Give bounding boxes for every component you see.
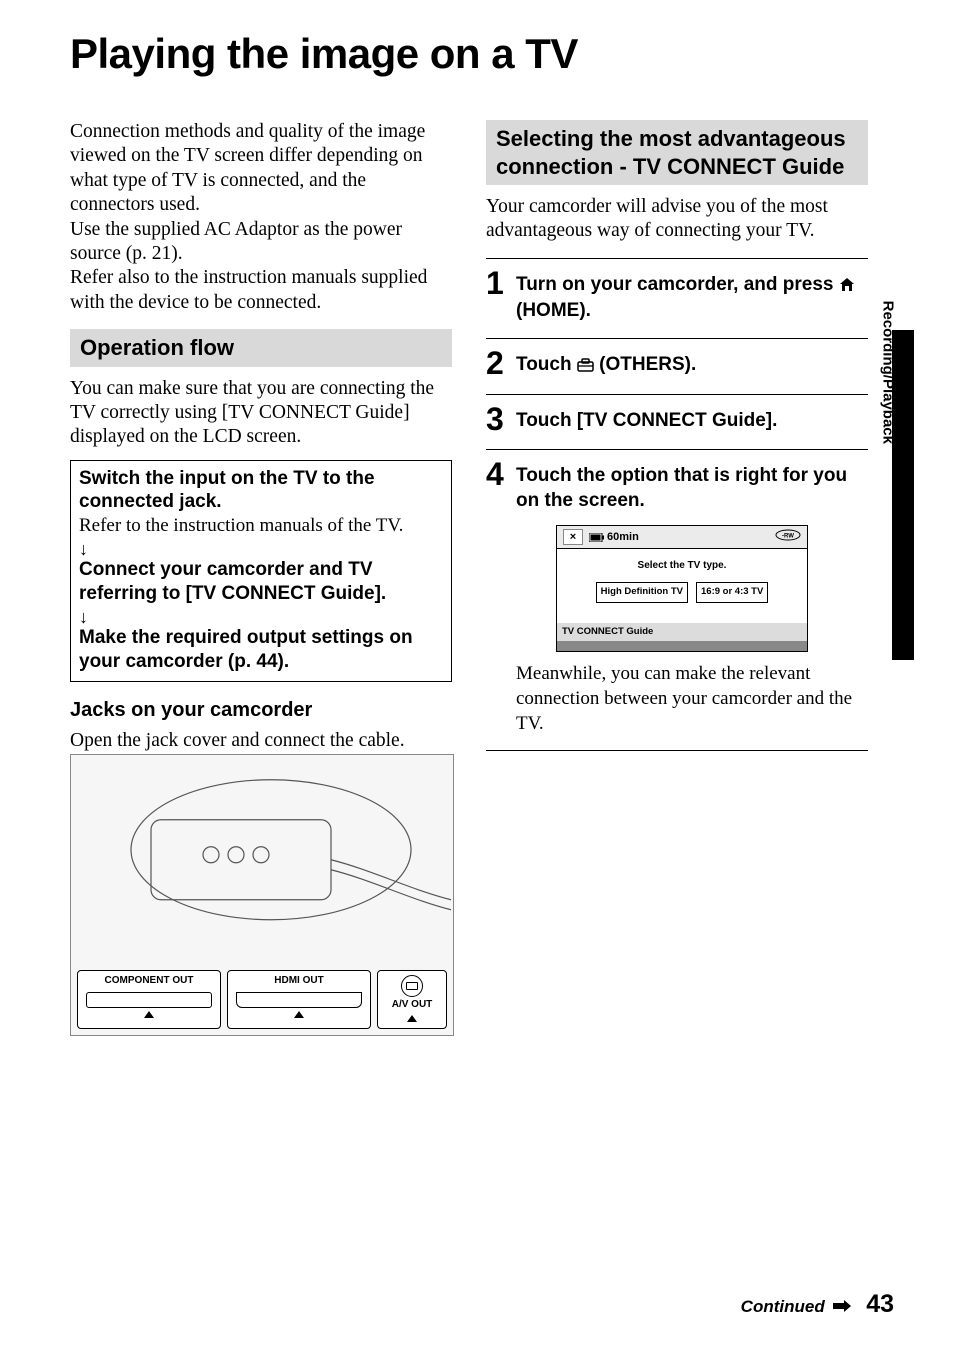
section-tv-connect-guide: Selecting the most advantageous connecti… bbox=[486, 120, 868, 185]
left-column: Connection methods and quality of the im… bbox=[70, 120, 452, 1036]
page-content: Playing the image on a TV Connection met… bbox=[0, 0, 954, 1357]
right-column: Selecting the most advantageous connecti… bbox=[486, 120, 868, 1036]
intro-paragraph: Connection methods and quality of the im… bbox=[70, 120, 452, 315]
lcd-options: High Definition TV 16:9 or 4:3 TV bbox=[565, 582, 799, 602]
camcorder-drawing bbox=[71, 755, 453, 965]
divider bbox=[486, 258, 868, 259]
divider bbox=[486, 449, 868, 450]
component-out-jack: COMPONENT OUT bbox=[77, 970, 221, 1029]
lcd-prompt: Select the TV type. bbox=[565, 559, 799, 572]
two-column-layout: Connection methods and quality of the im… bbox=[70, 120, 894, 1036]
step-4-aftertext: Meanwhile, you can make the relevant con… bbox=[516, 662, 868, 736]
tv-connect-intro: Your camcorder will advise you of the mo… bbox=[486, 195, 868, 244]
step-4-text: Touch the option that is right for you o… bbox=[516, 458, 868, 736]
step-4-text-inner: Touch the option that is right for you o… bbox=[516, 465, 847, 511]
step-1-text-b: (HOME). bbox=[516, 300, 591, 321]
page-title: Playing the image on a TV bbox=[70, 30, 894, 78]
divider bbox=[486, 750, 868, 751]
lcd-footer-label: TV CONNECT Guide bbox=[557, 623, 807, 641]
operation-flow-text: You can make sure that you are connectin… bbox=[70, 377, 452, 450]
lcd-top-bar: × 60min -RW bbox=[557, 526, 807, 549]
continued-label: Continued bbox=[741, 1297, 825, 1316]
battery-time-label: 60min bbox=[607, 530, 639, 544]
divider bbox=[486, 338, 868, 339]
lcd-bottom-bar bbox=[557, 641, 807, 651]
down-arrow-icon: ↓ bbox=[79, 541, 443, 557]
step-1-text: Turn on your camcorder, and press (HOME)… bbox=[516, 267, 868, 324]
hdmi-out-jack: HDMI OUT bbox=[227, 970, 371, 1029]
continued-arrow-icon bbox=[833, 1297, 851, 1317]
box-step3-title: Make the required output settings on you… bbox=[79, 627, 413, 672]
lcd-screenshot: × 60min -RW Select the TV type. High Def… bbox=[556, 525, 808, 652]
operation-flow-box: Switch the input on the TV to the connec… bbox=[70, 460, 452, 683]
step-2-text: Touch (OTHERS). bbox=[516, 347, 696, 380]
svg-text:-RW: -RW bbox=[782, 534, 794, 540]
camcorder-jacks-illustration: COMPONENT OUT HDMI OUT A/V OUT bbox=[70, 754, 454, 1036]
step-2-text-b: (OTHERS). bbox=[594, 354, 696, 375]
disc-rw-icon: -RW bbox=[775, 529, 801, 545]
section-operation-flow: Operation flow bbox=[70, 329, 452, 367]
jacks-label-row: COMPONENT OUT HDMI OUT A/V OUT bbox=[71, 964, 453, 1035]
box-step1-text: Refer to the instruction manuals of the … bbox=[79, 515, 403, 536]
down-arrow-icon: ↓ bbox=[79, 609, 443, 625]
av-out-label: A/V OUT bbox=[392, 999, 433, 1010]
step-3-text: Touch [TV CONNECT Guide]. bbox=[516, 403, 777, 434]
others-toolbox-icon bbox=[577, 355, 594, 380]
close-icon: × bbox=[563, 529, 583, 545]
battery-icon: 60min bbox=[589, 530, 639, 544]
subhead-jacks: Jacks on your camcorder bbox=[70, 698, 452, 723]
step-2: 2 Touch (OTHERS). bbox=[486, 347, 868, 380]
step-1-text-a: Turn on your camcorder, and press bbox=[516, 274, 839, 295]
step-2-text-a: Touch bbox=[516, 354, 577, 375]
hdmi-out-label: HDMI OUT bbox=[274, 975, 323, 986]
step-number: 2 bbox=[486, 347, 508, 379]
component-out-label: COMPONENT OUT bbox=[105, 975, 194, 986]
step-number: 4 bbox=[486, 458, 508, 490]
step-3: 3 Touch [TV CONNECT Guide]. bbox=[486, 403, 868, 435]
box-step1-title: Switch the input on the TV to the connec… bbox=[79, 468, 375, 513]
lcd-body: Select the TV type. High Definition TV 1… bbox=[557, 549, 807, 622]
step-1: 1 Turn on your camcorder, and press (HOM… bbox=[486, 267, 868, 324]
jacks-text: Open the jack cover and connect the cabl… bbox=[70, 729, 452, 753]
step-number: 1 bbox=[486, 267, 508, 299]
box-step2-title: Connect your camcorder and TV referring … bbox=[79, 559, 386, 604]
home-icon bbox=[839, 275, 855, 300]
option-hd-tv: High Definition TV bbox=[596, 582, 688, 602]
step-4: 4 Touch the option that is right for you… bbox=[486, 458, 868, 736]
page-number: 43 bbox=[866, 1290, 894, 1318]
step-number: 3 bbox=[486, 403, 508, 435]
option-169-43-tv: 16:9 or 4:3 TV bbox=[696, 582, 768, 602]
page-footer: Continued 43 bbox=[741, 1290, 894, 1319]
divider bbox=[486, 394, 868, 395]
av-out-jack: A/V OUT bbox=[377, 970, 447, 1029]
